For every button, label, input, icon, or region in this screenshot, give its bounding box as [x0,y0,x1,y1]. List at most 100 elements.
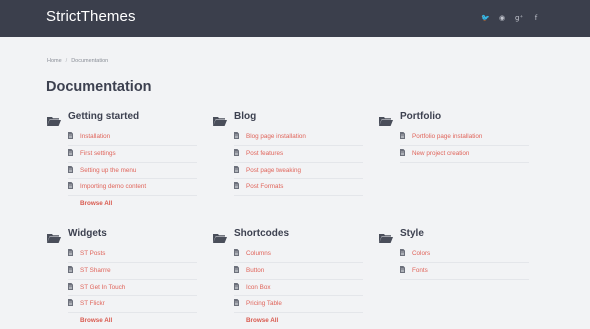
document-icon [68,182,73,190]
section-style: Style Colors Fonts [379,228,529,280]
doc-link[interactable]: Pricing Table [234,296,363,314]
doc-link-label: Importing demo content [80,183,147,191]
section-shortcodes: Shortcodes Columns Button Icon Box Pricing T… [213,228,363,329]
section-header: Widgets [47,228,197,243]
section-title[interactable]: Shortcodes [234,228,289,239]
facebook-icon[interactable]: f [532,13,540,23]
section-header: Portfolio [379,111,529,126]
section-item-list: Columns Button Icon Box Pricing Table Browse… [213,246,363,329]
doc-link-label: Setting up the menu [80,166,137,174]
doc-link-label: ST Sharrre [80,266,111,274]
section-portfolio: Portfolio Portfolio page installation New … [379,111,529,163]
document-icon [234,132,239,139]
document-icon [234,299,239,307]
doc-link-label: Blog page installation [246,133,306,140]
doc-link[interactable]: New project creation [400,146,529,163]
doc-link[interactable]: Fonts [400,263,529,280]
doc-link-label: New project creation [412,149,470,157]
doc-link[interactable]: Icon Box [234,280,363,297]
doc-link[interactable]: Columns [234,246,363,263]
folder-icon [47,113,61,126]
section-header: Getting started [47,111,197,126]
google-plus-icon[interactable]: g⁺ [515,13,523,23]
document-icon [400,148,405,156]
section-title[interactable]: Blog [234,111,256,122]
document-icon [68,282,73,290]
doc-link[interactable]: Setting up the menu [68,163,197,180]
doc-link[interactable]: Button [234,263,363,280]
doc-link[interactable]: Post page tweaking [234,163,363,180]
twitter-icon[interactable]: 🐦 [481,13,490,23]
browse-all-link[interactable]: Browse All [234,313,363,329]
doc-link-label: Pricing Table [246,300,282,308]
browse-all-label: Browse All [80,200,113,208]
section-blog: Blog Blog page installation Post features P… [213,111,363,197]
social-links: 🐦 ◉ g⁺ f [481,13,540,23]
document-icon [68,165,73,173]
section-getting-started: Getting started Installation First setting… [47,111,197,212]
doc-link-label: First settings [80,149,116,157]
breadcrumb-current: Documentation [71,58,109,64]
section-title[interactable]: Widgets [68,228,107,239]
breadcrumb: Home / Documentation [47,58,108,64]
doc-link-label: ST Posts [80,250,106,257]
section-title[interactable]: Portfolio [400,111,441,122]
doc-link[interactable]: Installation [68,129,197,146]
document-icon [400,265,405,273]
doc-link[interactable]: Post features [234,146,363,163]
breadcrumb-separator: / [65,58,68,64]
document-icon [234,148,239,156]
section-item-list: Colors Fonts [379,246,529,280]
doc-link-label: ST Flickr [80,300,105,308]
doc-link-label: Post page tweaking [246,166,301,174]
document-icon [68,299,73,307]
document-icon [400,132,405,139]
site-logo[interactable]: StrictThemes [46,8,136,25]
section-item-list: Installation First settings Setting up the… [47,129,197,212]
doc-link[interactable]: Post Formats [234,179,363,197]
section-header: Style [379,228,529,243]
folder-icon [213,113,227,126]
section-widgets: Widgets ST Posts ST Sharrre ST Get In Touch… [47,228,197,329]
folder-icon [213,230,227,243]
doc-link[interactable]: Portfolio page installation [400,129,529,146]
browse-all-link[interactable]: Browse All [68,196,197,212]
section-item-list: Portfolio page installation New project c… [379,129,529,163]
doc-link[interactable]: Blog page installation [234,129,363,146]
section-title[interactable]: Style [400,228,424,239]
rss-icon[interactable]: ◉ [498,13,506,23]
doc-link-label: Post Formats [246,183,284,191]
doc-link-label: Fonts [412,266,428,274]
breadcrumb-home[interactable]: Home [47,58,62,64]
document-icon [400,249,405,256]
doc-link-label: Installation [80,133,111,140]
doc-link-label: Icon Box [246,283,271,291]
section-title[interactable]: Getting started [68,111,139,122]
document-icon [234,182,239,190]
doc-link-label: Columns [246,250,271,257]
doc-link[interactable]: ST Sharrre [68,263,197,280]
document-icon [234,249,239,256]
doc-link[interactable]: Importing demo content [68,179,197,197]
section-header: Shortcodes [213,228,363,243]
doc-link-label: Post features [246,149,284,157]
page-title: Documentation [46,79,152,95]
document-icon [234,282,239,290]
doc-link[interactable]: ST Posts [68,246,197,263]
document-icon [68,249,73,256]
section-header: Blog [213,111,363,126]
doc-link[interactable]: Colors [400,246,529,263]
section-item-list: ST Posts ST Sharrre ST Get In Touch ST Flic… [47,246,197,329]
folder-icon [47,230,61,243]
browse-all-link[interactable]: Browse All [68,313,197,329]
section-item-list: Blog page installation Post features Post … [213,129,363,197]
doc-link-label: Colors [412,250,431,257]
doc-link[interactable]: First settings [68,146,197,163]
doc-link[interactable]: ST Flickr [68,296,197,314]
document-icon [234,165,239,173]
doc-link[interactable]: ST Get In Touch [68,280,197,297]
folder-icon [379,113,393,126]
doc-link-label: Button [246,266,265,274]
top-bar: StrictThemes 🐦 ◉ g⁺ f [0,0,590,37]
browse-all-label: Browse All [80,317,113,325]
